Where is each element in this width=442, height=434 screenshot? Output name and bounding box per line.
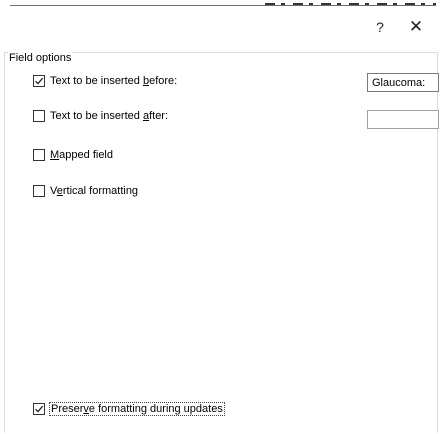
title-bar-controls: ? ✕ [362,16,434,38]
help-button[interactable]: ? [362,16,398,38]
text-after-checkbox[interactable] [33,110,45,122]
title-bar-cropped-text [265,3,436,5]
help-icon: ? [376,19,384,35]
text-before-label: Text to be inserted before: [50,75,178,87]
preserve-formatting-label: Preserve formatting during updates [49,402,225,416]
text-after-label: Text to be inserted after: [50,110,169,122]
field-options-dialog: ? ✕ Field options Text to be inserted be… [0,0,442,434]
vertical-formatting-checkbox[interactable] [33,185,45,197]
text-after-option[interactable]: Text to be inserted after: [33,108,168,124]
title-bar-accent-line [10,5,436,6]
mapped-field-label: Mapped field [50,149,113,161]
vertical-formatting-label: Vertical formatting [50,185,139,197]
text-before-input[interactable] [367,73,439,92]
close-button[interactable]: ✕ [398,16,434,38]
checkmark-icon [35,405,44,413]
close-icon: ✕ [408,17,424,36]
vertical-formatting-option[interactable]: Vertical formatting [33,183,138,199]
field-options-group-label: Field options [8,52,73,64]
mapped-field-checkbox[interactable] [33,149,45,161]
text-after-input[interactable] [367,110,439,129]
preserve-formatting-checkbox[interactable] [33,403,45,415]
text-before-checkbox[interactable] [33,75,45,87]
checkmark-icon [35,77,44,85]
text-before-option[interactable]: Text to be inserted before: [33,73,177,89]
mapped-field-option[interactable]: Mapped field [33,147,113,163]
title-bar-edge [0,0,436,6]
preserve-formatting-option[interactable]: Preserve formatting during updates [33,401,225,417]
